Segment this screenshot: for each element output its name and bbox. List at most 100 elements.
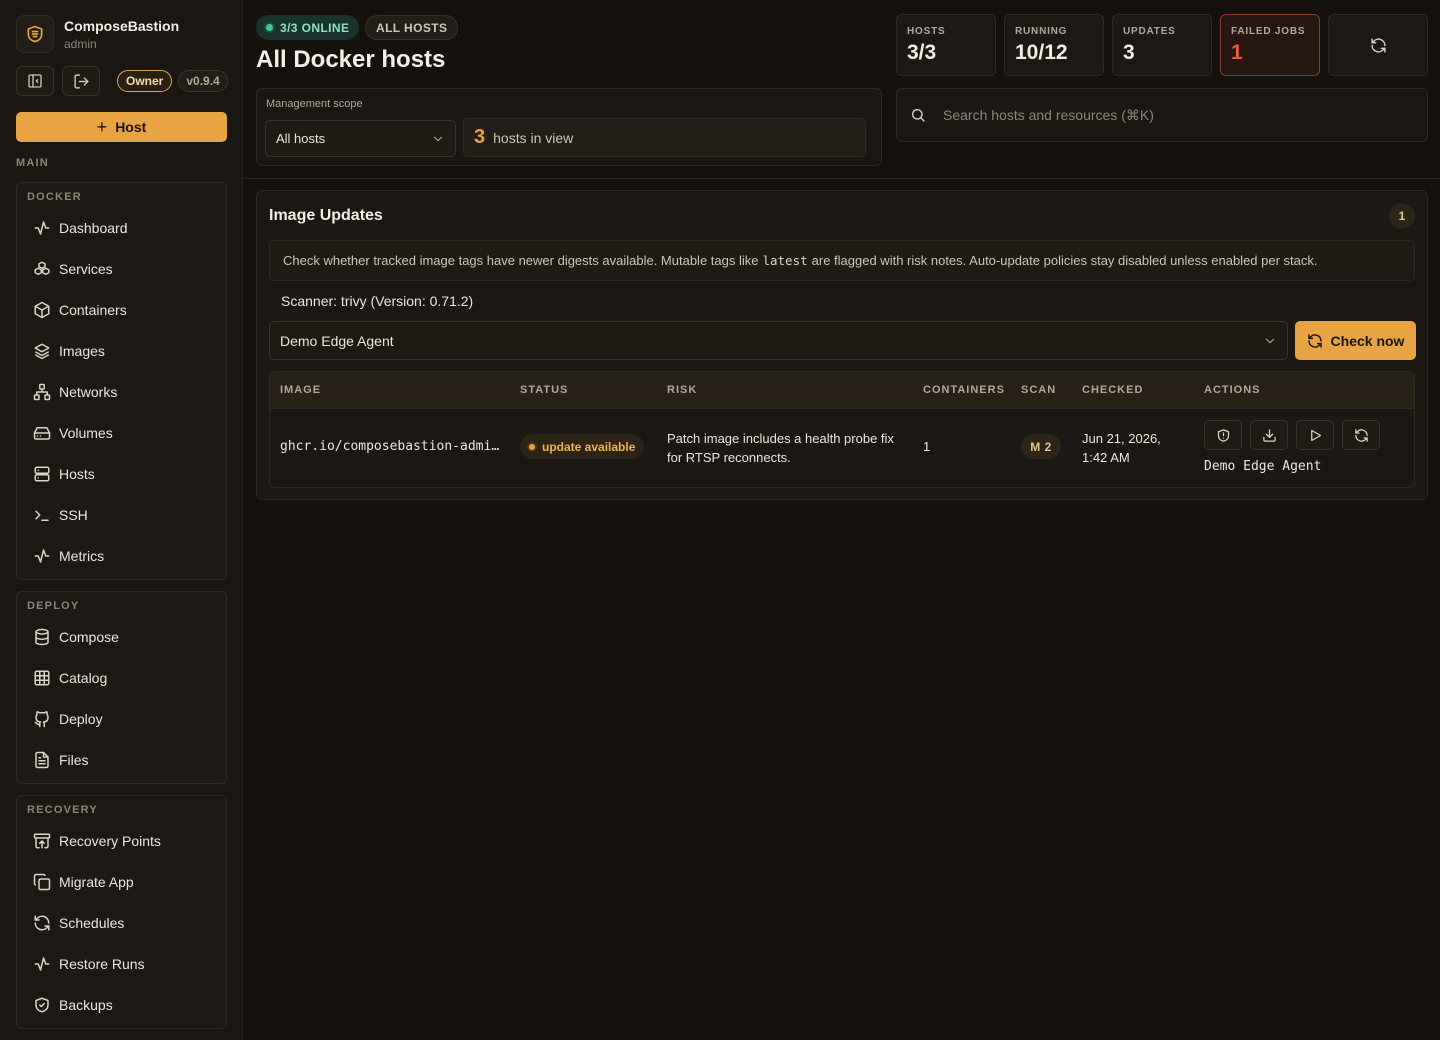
recheck-button[interactable] [1342, 420, 1380, 450]
column-header-scan[interactable]: SCAN [1021, 384, 1056, 396]
brand-user: admin [64, 37, 97, 51]
stat-value: 1 [1231, 41, 1243, 64]
nav-item-compose[interactable]: Compose [33, 626, 119, 648]
stat-label: HOSTS [907, 26, 946, 37]
nav-item-services[interactable]: Services [33, 258, 113, 280]
check-now-label: Check now [1330, 332, 1405, 349]
nav-label: Catalog [59, 670, 108, 686]
logout-icon [73, 73, 89, 89]
search-input[interactable] [943, 107, 1383, 123]
brand-name: ComposeBastion [64, 18, 180, 34]
nav-item-images[interactable]: Images [33, 340, 105, 362]
nav-item-metrics[interactable]: Metrics [33, 545, 104, 567]
nav-item-hosts[interactable]: Hosts [33, 463, 95, 485]
check-now-button[interactable]: Check now [1295, 321, 1416, 360]
role-badge: Owner [117, 70, 173, 92]
nav-label: Files [59, 752, 89, 768]
nav-item-restore-runs[interactable]: Restore Runs [33, 953, 145, 975]
header-divider [244, 178, 1440, 179]
nav-item-backups[interactable]: Backups [33, 994, 113, 1016]
checked-line: Jun 21, 2026, [1082, 431, 1161, 446]
apply-update-button[interactable] [1296, 420, 1334, 450]
search-icon [912, 109, 925, 122]
box-icon [33, 301, 51, 319]
play-icon [1310, 429, 1321, 441]
nav-item-ssh[interactable]: SSH [33, 504, 88, 526]
column-header-containers[interactable]: CONTAINERS [923, 384, 1005, 396]
table-header: IMAGE STATUS RISK CONTAINERS SCAN CHECKE… [270, 372, 1414, 409]
stat-value: 3 [1123, 41, 1135, 64]
checked-line: 1:42 AM [1082, 450, 1130, 465]
collapse-sidebar-button[interactable] [16, 66, 54, 96]
group-title: DEPLOY [27, 600, 80, 612]
scope-select[interactable]: All hosts [265, 120, 456, 157]
nav-item-catalog[interactable]: Catalog [33, 667, 107, 689]
nav-label: Migrate App [59, 874, 134, 890]
pull-image-button[interactable] [1250, 420, 1288, 450]
hosts-in-view-text: hosts in view [493, 129, 574, 146]
stat-failed-jobs[interactable]: FAILED JOBS 1 [1220, 14, 1320, 76]
page-title: All Docker hosts [256, 46, 446, 73]
database-icon [33, 628, 51, 646]
stat-label: UPDATES [1123, 26, 1176, 37]
shield-icon [33, 996, 51, 1014]
terminal-icon [33, 506, 51, 524]
nav-item-deploy[interactable]: Deploy [33, 708, 103, 730]
agent-select-value: Demo Edge Agent [280, 332, 394, 349]
scope-pill: ALL HOSTS [365, 15, 459, 40]
scope-select-value: All hosts [276, 131, 326, 146]
column-header-checked[interactable]: CHECKED [1082, 384, 1143, 396]
nav-item-containers[interactable]: Containers [33, 299, 127, 321]
image-name[interactable]: ghcr.io/composebastion-admi… [280, 439, 499, 454]
logout-button[interactable] [62, 66, 100, 96]
info-text: Check whether tracked image tags have ne… [283, 253, 759, 268]
nav-item-dashboard[interactable]: Dashboard [33, 217, 128, 239]
risk-note: Patch image includes a health probe fix … [667, 429, 894, 467]
stat-updates: UPDATES 3 [1112, 14, 1212, 76]
nav-label: Dashboard [59, 220, 128, 236]
column-header-image[interactable]: IMAGE [280, 384, 321, 396]
nav-item-files[interactable]: Files [33, 749, 89, 771]
update-count-badge: 1 [1389, 203, 1415, 229]
nav-item-schedules[interactable]: Schedules [33, 912, 124, 934]
download-icon [1262, 428, 1276, 442]
panel-left-icon [28, 74, 42, 88]
add-host-button[interactable]: + Host [16, 112, 227, 142]
network-icon [33, 383, 51, 401]
online-status-pill: 3/3 ONLINE [256, 15, 360, 40]
scan-image-button[interactable] [1204, 420, 1242, 450]
scope-label: Management scope [266, 98, 363, 110]
boxes-icon [33, 260, 51, 278]
nav-label: Networks [59, 384, 118, 400]
nav-label: Metrics [59, 548, 105, 564]
sidebar-tools: Owner v0.9.4 [16, 66, 228, 96]
nav-label: SSH [59, 507, 88, 523]
scanner-info: Scanner: trivy (Version: 0.71.2) [281, 293, 474, 309]
nav-group-docker: DOCKER Dashboard Services Containers Ima… [16, 182, 227, 580]
card-title: Image Updates [269, 207, 383, 224]
risk-line: for RTSP reconnects. [667, 450, 791, 465]
info-text: are flagged with risk notes. Auto-update… [811, 253, 1318, 268]
scan-badge[interactable]: M 2 [1021, 434, 1061, 459]
nav-label: Hosts [59, 466, 95, 482]
column-header-status[interactable]: STATUS [520, 384, 568, 396]
column-header-risk[interactable]: RISK [667, 384, 697, 396]
nav-label: Restore Runs [59, 956, 145, 972]
nav-label: Deploy [59, 711, 103, 727]
nav-item-volumes[interactable]: Volumes [33, 422, 113, 444]
agent-select[interactable]: Demo Edge Agent [269, 321, 1288, 360]
nav-label: Volumes [59, 425, 113, 441]
nav-item-migrate-app[interactable]: Migrate App [33, 871, 134, 893]
image-updates-table: IMAGE STATUS RISK CONTAINERS SCAN CHECKE… [269, 371, 1415, 488]
nav-item-networks[interactable]: Networks [33, 381, 117, 403]
nav-item-recovery-points[interactable]: Recovery Points [33, 830, 161, 852]
stat-value: 10/12 [1015, 41, 1068, 64]
main-section-label: MAIN [16, 157, 49, 169]
info-note: Check whether tracked image tags have ne… [269, 240, 1415, 281]
refresh-button[interactable] [1328, 14, 1428, 76]
add-host-label: Host [115, 119, 147, 135]
grid-icon [33, 669, 51, 687]
activity-icon [33, 547, 51, 565]
server-icon [33, 465, 51, 483]
copy-icon [33, 873, 51, 891]
